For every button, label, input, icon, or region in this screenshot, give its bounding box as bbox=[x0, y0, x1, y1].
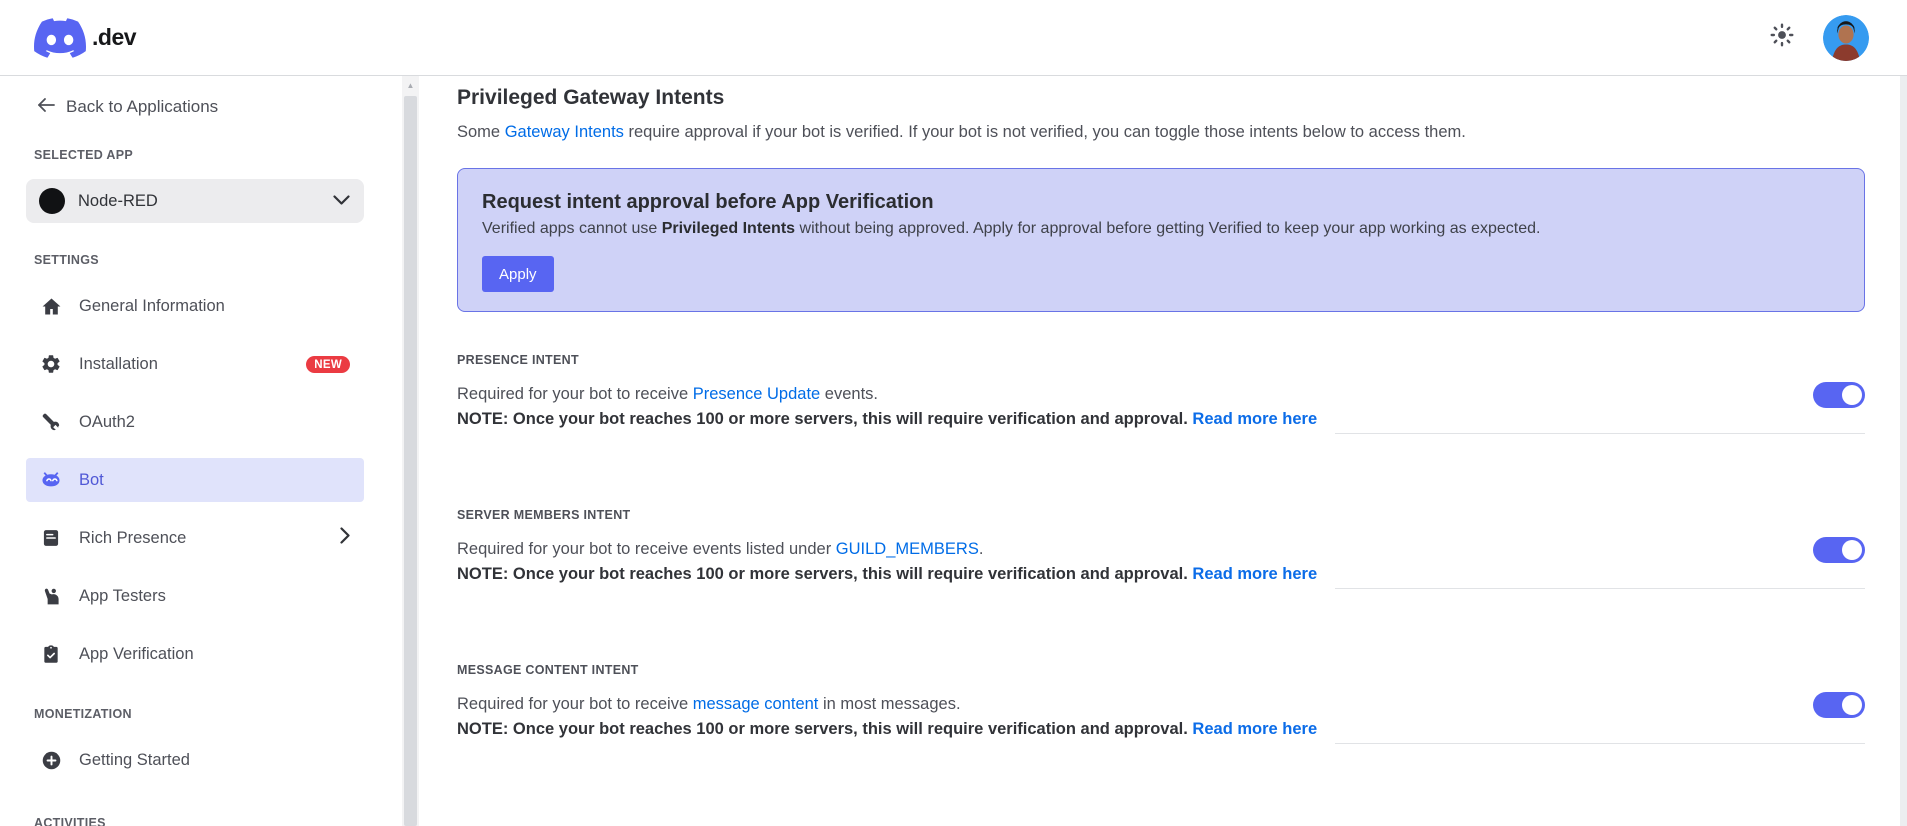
logo-dev-text: .dev bbox=[92, 24, 137, 50]
page-title: Privileged Gateway Intents bbox=[457, 86, 725, 109]
sidebar-item-oauth2[interactable]: OAuth2 bbox=[26, 400, 364, 444]
person-raised-hand-icon bbox=[40, 585, 62, 607]
app-avatar bbox=[39, 188, 65, 214]
sidebar-item-app-verification[interactable]: App Verification bbox=[26, 632, 364, 676]
sidebar-item-bot[interactable]: Bot bbox=[26, 458, 364, 502]
plus-circle-icon bbox=[40, 749, 62, 771]
chevron-down-icon bbox=[333, 192, 350, 210]
sidebar-item-installation[interactable]: Installation NEW bbox=[26, 342, 364, 386]
sidebar-item-label: Getting Started bbox=[79, 750, 190, 769]
clipboard-check-icon bbox=[40, 643, 62, 665]
app-selector-dropdown[interactable]: Node-RED bbox=[26, 179, 364, 223]
scrollbar-up-arrow-icon[interactable]: ▲ bbox=[402, 76, 419, 95]
server-members-intent-section: SERVER MEMBERS INTENT Required for your … bbox=[457, 503, 1865, 622]
presence-update-link[interactable]: Presence Update bbox=[693, 385, 821, 403]
sidebar-item-getting-started[interactable]: Getting Started bbox=[26, 738, 364, 782]
sidebar-item-label: OAuth2 bbox=[79, 412, 135, 431]
sidebar-item-app-testers[interactable]: App Testers bbox=[26, 574, 364, 618]
sidebar-scrollbar[interactable]: ▲ bbox=[402, 76, 419, 826]
message-content-link[interactable]: message content bbox=[693, 695, 819, 713]
sidebar-item-label: Bot bbox=[79, 470, 104, 489]
read-more-link[interactable]: Read more here bbox=[1192, 565, 1317, 583]
toggle-knob bbox=[1842, 385, 1862, 405]
back-link-label: Back to Applications bbox=[66, 97, 219, 116]
banner-title: Request intent approval before App Verif… bbox=[482, 191, 934, 213]
wrench-icon bbox=[40, 411, 62, 433]
sidebar-item-rich-presence[interactable]: Rich Presence bbox=[26, 516, 364, 560]
sidebar: Back to Applications SELECTED APP Node-R… bbox=[0, 76, 402, 826]
sidebar-item-general-information[interactable]: General Information bbox=[26, 284, 364, 328]
guild-members-link[interactable]: GUILD_MEMBERS bbox=[836, 540, 979, 558]
intent-note: NOTE: Once your bot reaches 100 or more … bbox=[457, 718, 1865, 744]
server-members-intent-toggle[interactable] bbox=[1813, 537, 1865, 563]
back-arrow-icon bbox=[36, 97, 56, 118]
section-divider bbox=[1335, 433, 1865, 434]
presence-intent-toggle[interactable] bbox=[1813, 382, 1865, 408]
activities-heading: ACTIVITIES bbox=[34, 816, 106, 826]
sidebar-item-label: Installation bbox=[79, 354, 158, 373]
banner-body: Verified apps cannot use Privileged Inte… bbox=[482, 220, 1541, 237]
sidebar-item-label: App Testers bbox=[79, 586, 166, 605]
monetization-heading: MONETIZATION bbox=[34, 707, 132, 721]
selected-app-heading: SELECTED APP bbox=[34, 148, 133, 162]
user-avatar[interactable] bbox=[1823, 14, 1869, 61]
discord-logo-icon bbox=[34, 17, 86, 58]
intent-label: PRESENCE INTENT bbox=[457, 353, 579, 367]
read-more-link[interactable]: Read more here bbox=[1192, 720, 1317, 738]
intent-note: NOTE: Once your bot reaches 100 or more … bbox=[457, 563, 1865, 589]
top-header: .dev bbox=[0, 0, 1907, 76]
message-content-intent-toggle[interactable] bbox=[1813, 692, 1865, 718]
sun-theme-icon[interactable] bbox=[1769, 22, 1795, 53]
journal-icon bbox=[40, 527, 62, 549]
settings-heading: SETTINGS bbox=[34, 253, 99, 267]
discord-dev-logo[interactable]: .dev bbox=[34, 17, 137, 58]
sidebar-item-label: Rich Presence bbox=[79, 528, 187, 547]
toggle-knob bbox=[1842, 695, 1862, 715]
toggle-knob bbox=[1842, 540, 1862, 560]
presence-intent-section: PRESENCE INTENT Required for your bot to… bbox=[457, 348, 1865, 467]
intent-note: NOTE: Once your bot reaches 100 or more … bbox=[457, 408, 1865, 434]
main-content: Privileged Gateway Intents Some Gateway … bbox=[419, 76, 1865, 826]
section-divider bbox=[1335, 743, 1865, 744]
gear-icon bbox=[40, 353, 62, 375]
monetization-nav: Getting Started bbox=[26, 738, 364, 782]
intent-description: Required for your bot to receive events … bbox=[457, 540, 984, 558]
sidebar-item-label: App Verification bbox=[79, 644, 194, 663]
apply-button[interactable]: Apply bbox=[482, 256, 554, 292]
settings-nav: General Information Installation NEW OAu… bbox=[26, 284, 364, 676]
intent-approval-banner: Request intent approval before App Verif… bbox=[457, 168, 1865, 312]
chevron-right-icon bbox=[340, 527, 350, 549]
intent-description: Required for your bot to receive Presenc… bbox=[457, 385, 879, 403]
gateway-intents-link[interactable]: Gateway Intents bbox=[505, 123, 624, 141]
bot-icon bbox=[40, 469, 62, 491]
sidebar-scrollbar-thumb[interactable] bbox=[404, 96, 417, 826]
discord-developer-portal: .dev Back to Applications SELECTED APP N… bbox=[0, 0, 1907, 826]
intent-label: MESSAGE CONTENT INTENT bbox=[457, 663, 639, 677]
intent-description: Required for your bot to receive message… bbox=[457, 695, 961, 713]
page-scrollbar[interactable] bbox=[1900, 76, 1907, 826]
back-to-applications-link[interactable]: Back to Applications bbox=[36, 96, 402, 118]
sidebar-item-label: General Information bbox=[79, 296, 225, 315]
selected-app-name: Node-RED bbox=[78, 191, 158, 210]
home-icon bbox=[40, 295, 62, 317]
intro-text: Some Gateway Intents require approval if… bbox=[457, 123, 1466, 141]
topbar-right bbox=[1769, 14, 1869, 61]
section-divider bbox=[1335, 588, 1865, 589]
new-badge: NEW bbox=[306, 355, 350, 373]
message-content-intent-section: MESSAGE CONTENT INTENT Required for your… bbox=[457, 658, 1865, 777]
intent-label: SERVER MEMBERS INTENT bbox=[457, 508, 631, 522]
read-more-link[interactable]: Read more here bbox=[1192, 410, 1317, 428]
